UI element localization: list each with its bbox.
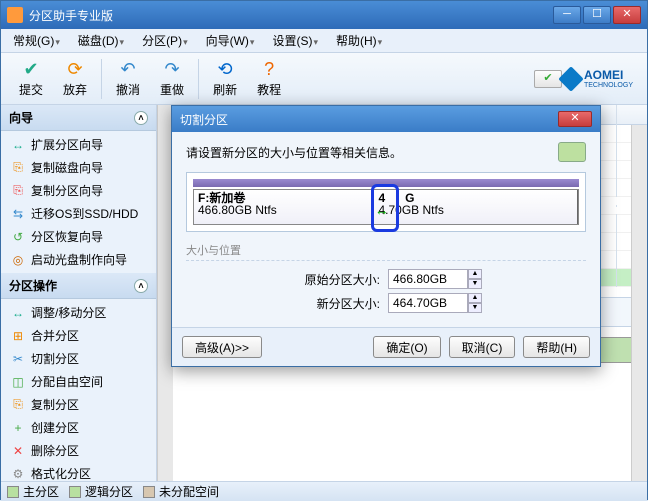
tutorial-button[interactable]: ?教程 (247, 55, 291, 102)
dialog-instruction: 请设置新分区的大小与位置等相关信息。 (186, 144, 402, 161)
menu-item[interactable]: 向导(W)▾ (198, 30, 263, 51)
titlebar[interactable]: 分区助手专业版 ─ ☐ ✕ (1, 1, 647, 29)
nav-icon: ⎘ (11, 184, 25, 198)
nav-icon: ✕ (11, 444, 25, 458)
spin-up[interactable]: ▲ (468, 269, 482, 279)
close-button[interactable]: ✕ (613, 6, 641, 24)
split-partition-dialog: 切割分区 ✕ 请设置新分区的大小与位置等相关信息。 F:新加卷 466.80GB… (171, 105, 601, 367)
commit-button[interactable]: ✔提交 (9, 55, 53, 102)
size-position-label: 大小与位置 (186, 242, 586, 261)
nav-item[interactable]: ↔扩展分区向导 (1, 133, 156, 156)
nav-icon: ⎘ (11, 398, 25, 412)
main-scrollbar[interactable] (631, 125, 647, 481)
nav-item[interactable]: ↺分区恢复向导 (1, 225, 156, 248)
ok-button[interactable]: 确定(O) (373, 336, 440, 358)
cancel-button[interactable]: 取消(C) (449, 336, 516, 358)
nav-icon: ↔ (11, 138, 25, 152)
maximize-button[interactable]: ☐ (583, 6, 611, 24)
nav-icon: ↺ (11, 230, 25, 244)
collapse-icon[interactable]: ˄ (134, 279, 148, 293)
nav-icon: ◎ (11, 253, 25, 267)
app-icon (7, 7, 23, 23)
new-size-input[interactable] (388, 293, 468, 313)
nav-icon: ↔ (11, 306, 25, 320)
toolbar: ✔提交 ⟳放弃 ↶撤消 ↷重做 ⟲刷新 ?教程 ✔ AOMEITECHNOLOG… (1, 53, 647, 105)
nav-item[interactable]: ⎘复制磁盘向导 (1, 156, 156, 179)
nav-item[interactable]: ↔调整/移动分区 (1, 301, 156, 324)
nav-item[interactable]: ⊞合并分区 (1, 324, 156, 347)
minimize-button[interactable]: ─ (553, 6, 581, 24)
menu-item[interactable]: 帮助(H)▾ (328, 30, 390, 51)
new-size-label: 新分区大小: (290, 295, 380, 312)
nav-icon: ◫ (11, 375, 25, 389)
partition-segment-g[interactable]: 4G 4.70GB Ntfs (374, 190, 578, 224)
nav-icon: ⚙ (11, 467, 25, 481)
nav-icon: ⊞ (11, 329, 25, 343)
nav-item[interactable]: ⎘复制分区 (1, 393, 156, 416)
discard-button[interactable]: ⟳放弃 (53, 55, 97, 102)
legend-unalloc-swatch (143, 486, 155, 498)
undo-button[interactable]: ↶撤消 (106, 55, 150, 102)
original-size-input[interactable] (388, 269, 468, 289)
menu-item[interactable]: 常规(G)▾ (5, 30, 68, 51)
menu-item[interactable]: 磁盘(D)▾ (70, 30, 132, 51)
nav-icon: ⇆ (11, 207, 25, 221)
nav-icon: + (11, 421, 25, 435)
nav-item[interactable]: ⇆迁移OS到SSD/HDD (1, 202, 156, 225)
dialog-close-button[interactable]: ✕ (558, 111, 592, 127)
aomei-brand: AOMEITECHNOLOGY (562, 68, 633, 89)
menu-item[interactable]: 分区(P)▾ (134, 30, 196, 51)
redo-button[interactable]: ↷重做 (150, 55, 194, 102)
menu-item[interactable]: 设置(S)▾ (264, 30, 326, 51)
spin-down[interactable]: ▼ (468, 303, 482, 313)
statusbar: 主分区 逻辑分区 未分配空间 (1, 481, 647, 501)
nav-item[interactable]: ◎启动光盘制作向导 (1, 248, 156, 271)
partition-segment-f[interactable]: F:新加卷 466.80GB Ntfs (194, 190, 374, 224)
nav-item[interactable]: ◫分配自由空间 (1, 370, 156, 393)
nav-icon: ✂ (11, 352, 25, 366)
nav-item[interactable]: ⚙格式化分区 (1, 462, 156, 481)
resize-arrow-icon[interactable]: ↔ (375, 202, 389, 218)
collapse-icon[interactable]: ˄ (134, 111, 148, 125)
dialog-titlebar[interactable]: 切割分区 ✕ (172, 106, 600, 132)
wizard-panel-header[interactable]: 向导 ˄ (1, 105, 156, 131)
legend-logical-swatch (69, 486, 81, 498)
window-title: 分区助手专业版 (29, 7, 553, 24)
nav-item[interactable]: ✕删除分区 (1, 439, 156, 462)
menubar: 常规(G)▾磁盘(D)▾分区(P)▾向导(W)▾设置(S)▾帮助(H)▾ (1, 29, 647, 53)
spin-down[interactable]: ▼ (468, 279, 482, 289)
ops-panel-header[interactable]: 分区操作 ˄ (1, 273, 156, 299)
aomei-logo-icon (558, 66, 583, 91)
dialog-hint-icon (558, 142, 586, 162)
refresh-button[interactable]: ⟲刷新 (203, 55, 247, 102)
left-sidebar: 向导 ˄ ↔扩展分区向导⎘复制磁盘向导⎘复制分区向导⇆迁移OS到SSD/HDD↺… (1, 105, 157, 481)
partition-preview[interactable]: F:新加卷 466.80GB Ntfs 4G 4.70GB Ntfs ↔ (186, 172, 586, 232)
legend-primary-swatch (7, 486, 19, 498)
nav-icon: ⎘ (11, 161, 25, 175)
spin-up[interactable]: ▲ (468, 293, 482, 303)
nav-item[interactable]: +创建分区 (1, 416, 156, 439)
nav-item[interactable]: ✂切割分区 (1, 347, 156, 370)
help-button[interactable]: 帮助(H) (523, 336, 590, 358)
advanced-button[interactable]: 高级(A)>> (182, 336, 262, 358)
original-size-label: 原始分区大小: (290, 271, 380, 288)
nav-item[interactable]: ⎘复制分区向导 (1, 179, 156, 202)
